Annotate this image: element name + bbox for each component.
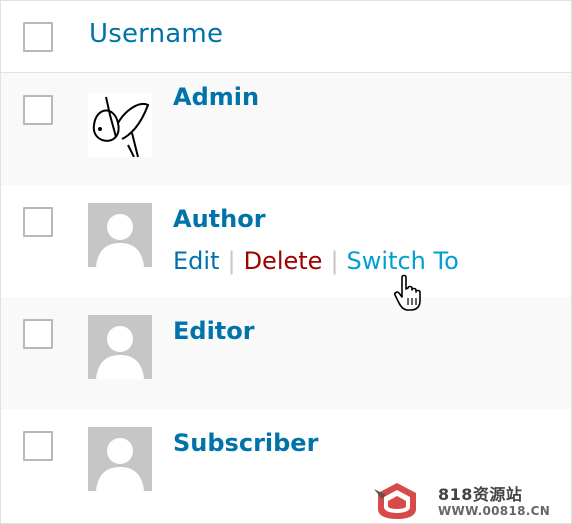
avatar — [88, 203, 152, 267]
default-user-icon — [96, 214, 144, 267]
username-link[interactable]: Admin — [173, 83, 259, 111]
hand-pointer-cursor-icon — [394, 274, 421, 311]
row-checkbox[interactable] — [23, 207, 53, 237]
row-checkbox[interactable] — [23, 95, 53, 125]
default-user-icon — [96, 326, 144, 379]
username-link[interactable]: Subscriber — [173, 429, 318, 457]
separator: | — [330, 247, 339, 275]
table-header: Username — [1, 1, 571, 73]
avatar — [88, 93, 152, 157]
avatar — [88, 427, 152, 491]
site-logo-icon — [374, 483, 416, 519]
edit-link[interactable]: Edit — [173, 247, 219, 275]
watermark: 818资源站 WWW.00818.CN — [372, 475, 572, 524]
watermark-title: 818资源站 — [438, 485, 523, 504]
watermark-url: WWW.00818.CN — [438, 504, 551, 518]
users-table: Username Admin Author Edit | Delete | Switch — [1, 1, 571, 521]
table-row: Admin — [1, 73, 571, 185]
table-row: Author Edit | Delete | Switch To — [1, 185, 571, 297]
default-user-icon — [96, 438, 144, 491]
username-link[interactable]: Author — [173, 205, 266, 233]
table-row: Editor — [1, 297, 571, 409]
select-all-checkbox[interactable] — [23, 22, 53, 52]
separator: | — [227, 247, 236, 275]
column-header-username[interactable]: Username — [89, 19, 223, 49]
row-checkbox[interactable] — [23, 431, 53, 461]
sketch-avatar-icon — [92, 96, 150, 157]
row-actions: Edit | Delete | Switch To — [173, 247, 459, 275]
delete-link[interactable]: Delete — [244, 247, 323, 275]
row-checkbox[interactable] — [23, 319, 53, 349]
switch-to-link[interactable]: Switch To — [347, 247, 459, 275]
avatar — [88, 315, 152, 379]
username-link[interactable]: Editor — [173, 317, 255, 345]
